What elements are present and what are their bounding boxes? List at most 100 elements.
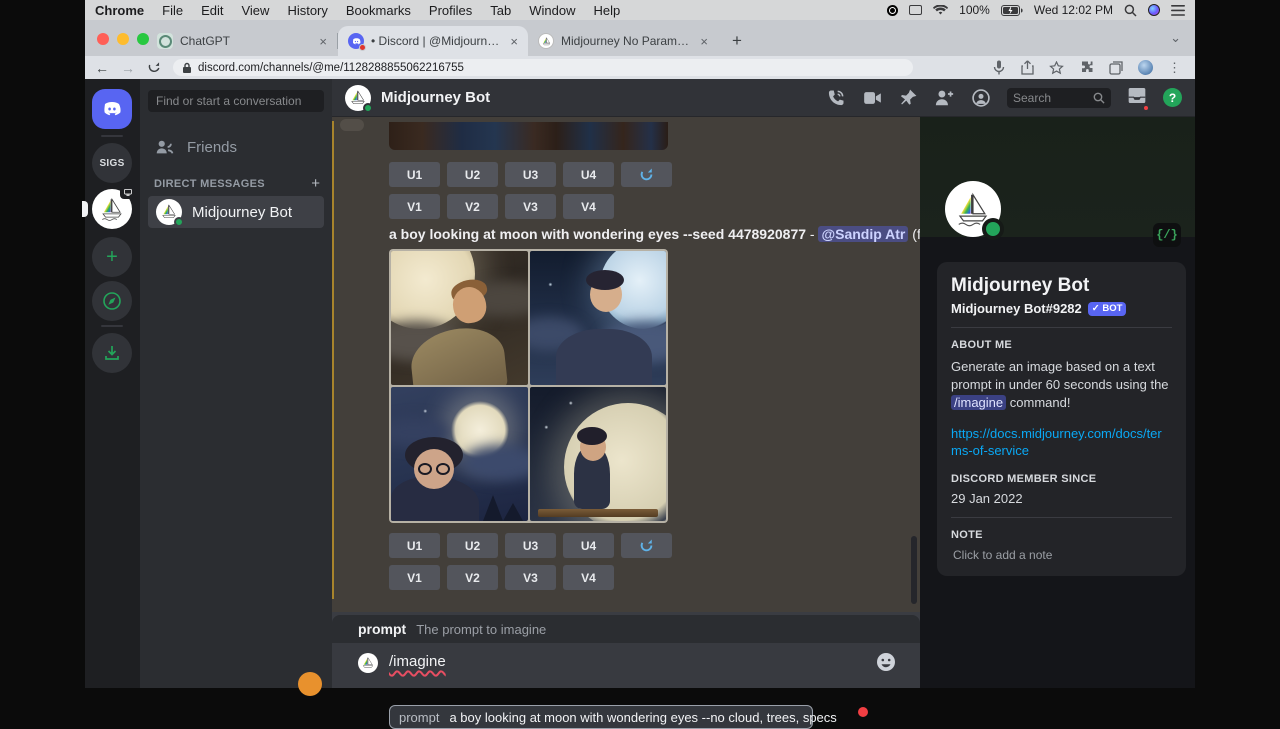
u2-button[interactable]: U2 — [447, 162, 498, 187]
menu-item-tab[interactable]: Tab — [490, 3, 511, 18]
prompt-option-field[interactable]: prompt a boy looking at moon with wonder… — [389, 705, 813, 729]
menu-app-name[interactable]: Chrome — [95, 3, 144, 18]
server-midjourney[interactable] — [92, 189, 132, 229]
grid-image-1[interactable] — [391, 251, 528, 385]
chat-search-box[interactable] — [1007, 88, 1111, 108]
explore-servers-button[interactable] — [92, 281, 132, 321]
close-window-button[interactable] — [97, 33, 109, 45]
download-apps-button[interactable] — [92, 333, 132, 373]
tab-chatgpt[interactable]: ChatGPT × — [147, 26, 337, 56]
v2-button[interactable]: V2 — [447, 565, 498, 590]
grid-image-4[interactable] — [530, 387, 667, 521]
midjourney-favicon — [538, 33, 554, 49]
extensions-puzzle-icon[interactable] — [1079, 60, 1094, 75]
video-call-icon[interactable] — [862, 88, 883, 108]
menu-item-help[interactable]: Help — [594, 3, 621, 18]
create-dm-icon[interactable]: + — [311, 175, 320, 192]
v3-button[interactable]: V3 — [505, 194, 556, 219]
v1-button[interactable]: V1 — [389, 194, 440, 219]
v4-button[interactable]: V4 — [563, 194, 614, 219]
reroll-button[interactable] — [621, 533, 672, 558]
server-sigs[interactable]: SIGS — [92, 143, 132, 183]
u1-button[interactable]: U1 — [389, 162, 440, 187]
user-profile-icon[interactable] — [971, 88, 991, 108]
v4-button[interactable]: V4 — [563, 565, 614, 590]
address-bar[interactable]: discord.com/channels/@me/112828885506221… — [173, 59, 913, 76]
sidebar-item-friends[interactable]: Friends — [140, 131, 332, 163]
discord-logo-icon — [100, 97, 124, 121]
conversation-search-button[interactable]: Find or start a conversation — [148, 90, 324, 112]
command-bot-avatar — [358, 653, 378, 673]
reload-button[interactable] — [147, 61, 161, 75]
previous-grid-image-cropped[interactable] — [389, 122, 668, 150]
menu-item-bookmarks[interactable]: Bookmarks — [346, 3, 411, 18]
pin-icon[interactable] — [899, 88, 918, 107]
close-tab-icon[interactable]: × — [510, 34, 518, 49]
bookmark-star-icon[interactable] — [1049, 61, 1064, 75]
v3-button[interactable]: V3 — [505, 565, 556, 590]
control-center-icon[interactable] — [1171, 5, 1185, 16]
chrome-menu-kebab-icon[interactable]: ⋮ — [1168, 60, 1181, 76]
add-friend-icon[interactable] — [934, 88, 955, 107]
grid-image-2[interactable] — [530, 251, 667, 385]
tab-search-chevron-icon[interactable]: ⌄ — [1170, 30, 1181, 46]
help-button[interactable]: ? — [1163, 88, 1182, 107]
channel-title: Midjourney Bot — [381, 89, 490, 106]
slash-command-autocomplete[interactable]: prompt The prompt to imagine — [332, 615, 920, 643]
v2-button[interactable]: V2 — [447, 194, 498, 219]
search-input[interactable] — [1013, 91, 1089, 105]
menu-item-view[interactable]: View — [241, 3, 269, 18]
user-mention[interactable]: @Sandip Atr — [818, 226, 908, 242]
screen-record-icon[interactable] — [887, 5, 898, 16]
inbox-button[interactable] — [1127, 86, 1147, 110]
share-icon[interactable] — [1021, 60, 1034, 75]
minimize-window-button[interactable] — [117, 33, 129, 45]
midjourney-image-grid[interactable] — [389, 249, 668, 523]
note-placeholder[interactable]: Click to add a note — [951, 548, 1172, 562]
menu-item-history[interactable]: History — [287, 3, 327, 18]
menu-item-window[interactable]: Window — [529, 3, 575, 18]
verified-developer-badge[interactable]: {/} — [1153, 223, 1181, 247]
chrome-profile-avatar[interactable] — [1138, 60, 1153, 75]
menu-item-edit[interactable]: Edit — [201, 3, 223, 18]
new-tab-button[interactable]: + — [724, 28, 750, 54]
close-tab-icon[interactable]: × — [700, 34, 708, 49]
grid-image-3[interactable] — [391, 387, 528, 521]
reroll-button[interactable] — [621, 162, 672, 187]
tab-discord[interactable]: • Discord | @Midjourney Bot × — [338, 26, 528, 56]
menu-item-profiles[interactable]: Profiles — [429, 3, 472, 18]
wifi-icon[interactable] — [933, 5, 948, 16]
mic-icon[interactable] — [992, 60, 1006, 75]
u4-button[interactable]: U4 — [563, 533, 614, 558]
v1-button[interactable]: V1 — [389, 565, 440, 590]
u3-button[interactable]: U3 — [505, 162, 556, 187]
download-icon — [103, 344, 121, 362]
u2-button[interactable]: U2 — [447, 533, 498, 558]
tab-midjourney[interactable]: Midjourney No Parameter × — [528, 26, 718, 56]
siri-icon[interactable] — [1148, 4, 1160, 16]
imagine-command-pill[interactable]: /imagine — [951, 395, 1006, 410]
chat-scrollbar[interactable] — [911, 536, 917, 604]
voice-call-icon[interactable] — [826, 88, 846, 108]
profile-panel: {/} Midjourney Bot Midjourney Bot#9282 ✓… — [920, 117, 1195, 688]
display-icon[interactable] — [909, 5, 922, 15]
forward-button[interactable]: → — [121, 60, 135, 76]
divider — [951, 517, 1172, 518]
u1-button[interactable]: U1 — [389, 533, 440, 558]
spotlight-search-icon[interactable] — [1124, 4, 1137, 17]
back-button[interactable]: ← — [95, 60, 109, 76]
tab-title: Midjourney No Parameter — [561, 34, 693, 48]
emoji-picker-button[interactable] — [876, 652, 896, 677]
add-server-button[interactable]: + — [92, 237, 132, 277]
discord-home-button[interactable] — [92, 89, 132, 129]
tab-switcher-icon[interactable] — [1109, 61, 1123, 75]
terms-link[interactable]: https://docs.midjourney.com/docs/terms-o… — [951, 425, 1171, 460]
close-tab-icon[interactable]: × — [319, 34, 327, 49]
profile-avatar[interactable] — [945, 181, 1001, 237]
u3-button[interactable]: U3 — [505, 533, 556, 558]
dm-header-label: DIRECT MESSAGES — [154, 178, 311, 190]
dm-item-midjourney-bot[interactable]: Midjourney Bot — [148, 196, 324, 228]
u4-button[interactable]: U4 — [563, 162, 614, 187]
menu-item-file[interactable]: File — [162, 3, 183, 18]
user-avatar-partial[interactable] — [298, 672, 322, 696]
